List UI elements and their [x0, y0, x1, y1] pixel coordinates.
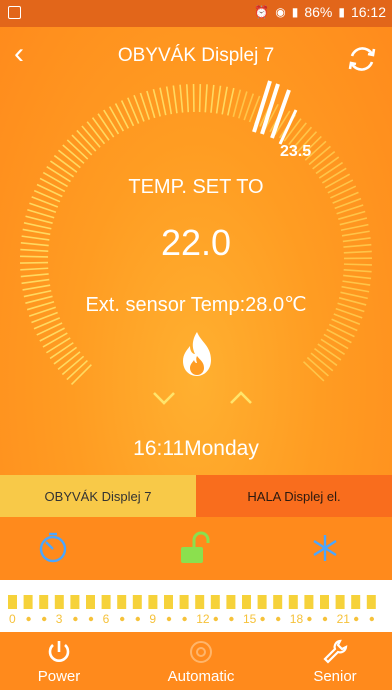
schedule-dot: [213, 616, 218, 622]
schedule-timeline[interactable]: 0 3 6 9 12 15 18 21: [0, 580, 392, 632]
schedule-hour-label: 12: [196, 612, 210, 626]
wrench-icon: [323, 639, 348, 664]
schedule-slot[interactable]: [148, 595, 158, 609]
schedule-slot[interactable]: [8, 595, 17, 609]
schedule-slot[interactable]: [195, 595, 205, 609]
schedule-slot[interactable]: [132, 595, 142, 609]
schedule-dot: [229, 616, 234, 622]
schedule-dot: [42, 616, 47, 622]
automatic-button[interactable]: Automatic: [156, 632, 246, 690]
schedule-slot[interactable]: [164, 595, 173, 609]
timer-icon[interactable]: [36, 531, 70, 565]
schedule-dot: [276, 616, 281, 622]
schedule-dot: [369, 616, 374, 622]
flame-icon: [183, 332, 211, 376]
schedule-slot[interactable]: [335, 595, 345, 609]
schedule-dot: [354, 616, 359, 622]
schedule-slot[interactable]: [101, 595, 111, 609]
automatic-label: Automatic: [167, 668, 235, 685]
schedule-slot[interactable]: [273, 595, 283, 609]
schedule-slot[interactable]: [351, 595, 361, 609]
schedule-slot[interactable]: [210, 595, 220, 609]
senior-button[interactable]: Senior: [290, 632, 380, 690]
status-time: 16:12: [350, 4, 386, 20]
schedule-slot[interactable]: [288, 595, 298, 609]
tab-obyvak[interactable]: OBYVÁK Displej 7: [0, 475, 196, 517]
schedule-dot: [182, 616, 187, 622]
schedule-hour-label: 3: [56, 612, 63, 626]
schedule-slot[interactable]: [304, 595, 314, 609]
schedule-dot: [322, 616, 328, 622]
unlock-icon[interactable]: [180, 531, 210, 565]
status-bar: ⏰ ◉ ▮ 86% ▮ 16:12: [0, 0, 392, 27]
schedule-hour-label: 6: [103, 612, 110, 626]
power-icon: [48, 641, 70, 662]
senior-label: Senior: [313, 668, 357, 685]
power-button[interactable]: Power: [14, 632, 104, 690]
schedule-dot: [26, 616, 31, 622]
schedule-slot[interactable]: [117, 595, 127, 609]
battery-percent: 86%: [304, 4, 333, 20]
refresh-icon[interactable]: [346, 43, 378, 75]
ext-sensor-temp: Ext. sensor Temp:28.0℃: [85, 294, 307, 316]
schedule-dot: [88, 616, 94, 622]
schedule-slot[interactable]: [320, 595, 329, 609]
schedule-hour-label: 0: [9, 612, 16, 626]
snowflake-icon[interactable]: [310, 531, 340, 565]
device-tabs: OBYVÁK Displej 7 HALA Displej el.: [0, 475, 392, 517]
schedule-dot: [260, 616, 265, 622]
schedule-slot[interactable]: [257, 595, 267, 609]
tab-hala[interactable]: HALA Displej el.: [196, 475, 392, 517]
mode-bar: [0, 517, 392, 580]
schedule-hour-label: 21: [337, 612, 351, 626]
wifi-icon: ◉: [275, 5, 286, 19]
status-icons: ⏰ ◉ ▮ 86% ▮ 16:12: [254, 4, 386, 20]
schedule-hour-label: 18: [290, 612, 304, 626]
chevron-down-icon[interactable]: [150, 388, 178, 408]
page-title: OBYVÁK Displej 7: [117, 45, 275, 66]
schedule-slot[interactable]: [70, 595, 80, 609]
chevron-up-icon[interactable]: [227, 388, 255, 408]
notification-icon: [8, 6, 21, 19]
schedule-slot[interactable]: [226, 595, 236, 609]
power-label: Power: [37, 668, 81, 685]
temp-set-value: 22.0: [160, 222, 232, 263]
schedule-slot[interactable]: [39, 595, 49, 609]
alarm-icon: ⏰: [254, 5, 270, 19]
schedule-dot: [135, 616, 140, 622]
schedule-slot[interactable]: [179, 595, 189, 609]
temp-set-label: TEMP. SET TO: [128, 176, 264, 198]
setpoint-value: 23.5: [280, 143, 312, 160]
schedule-slot[interactable]: [86, 595, 95, 609]
schedule-dot: [73, 616, 78, 622]
schedule-slot[interactable]: [23, 595, 33, 609]
schedule-slot[interactable]: [54, 595, 64, 609]
battery-icon: ▮: [338, 5, 345, 19]
schedule-slot[interactable]: [242, 595, 251, 609]
schedule-dot: [166, 616, 172, 622]
schedule-dot: [120, 616, 125, 622]
bottom-nav: Power Automatic Senior: [0, 632, 392, 690]
current-time-day: 16:11Monday: [133, 437, 259, 460]
schedule-dot: [307, 616, 312, 622]
automatic-icon: [190, 641, 212, 663]
schedule-hour-label: 15: [243, 612, 257, 626]
signal-icon: ▮: [291, 5, 299, 19]
schedule-slot[interactable]: [366, 595, 376, 609]
schedule-hour-label: 9: [149, 612, 156, 626]
